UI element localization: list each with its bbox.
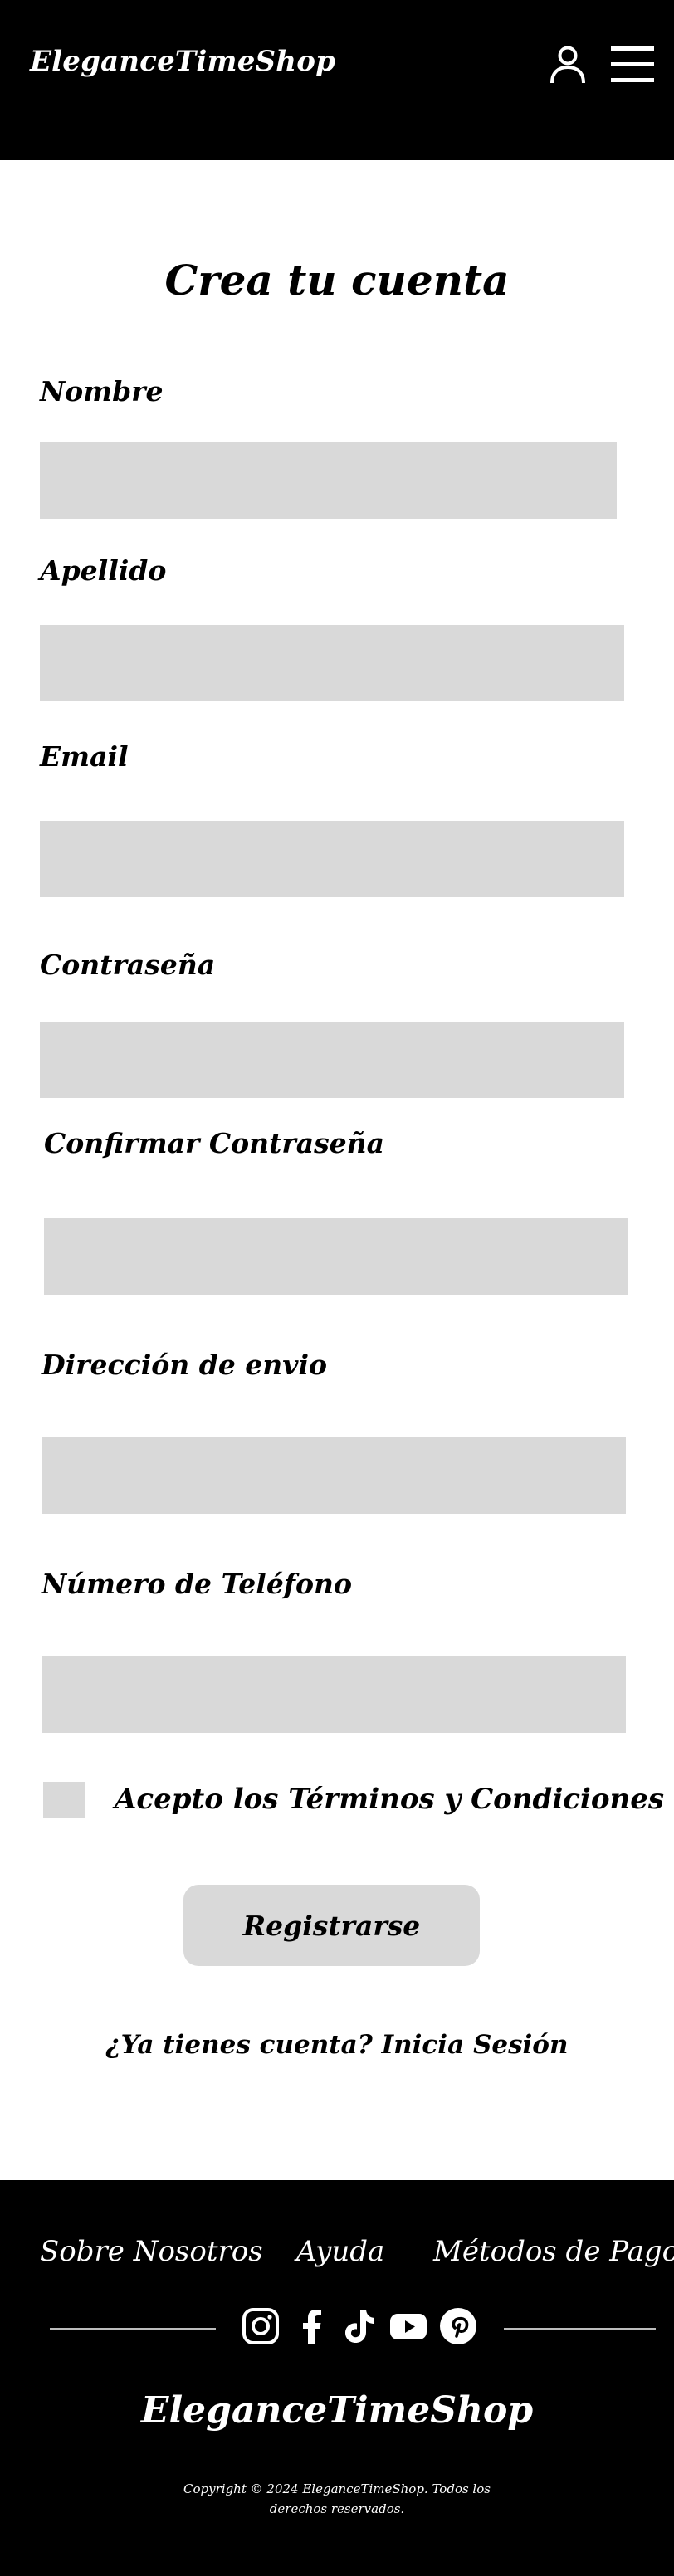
footer-link-help[interactable]: Ayuda bbox=[296, 2235, 384, 2268]
footer-link-payment-methods[interactable]: Métodos de Pago bbox=[433, 2235, 674, 2268]
instagram-icon[interactable] bbox=[241, 2306, 281, 2346]
footer-divider-right bbox=[504, 2328, 656, 2330]
pinterest-icon[interactable] bbox=[438, 2306, 478, 2346]
page-title: Crea tu cuenta bbox=[164, 256, 510, 305]
confirm-password-input[interactable] bbox=[44, 1218, 628, 1295]
password-label: Contraseña bbox=[40, 949, 216, 981]
email-input[interactable] bbox=[40, 821, 624, 897]
copyright-text: Copyright © 2024 EleganceTimeShop. Todos… bbox=[183, 2481, 491, 2516]
facebook-icon[interactable] bbox=[292, 2306, 332, 2346]
user-icon[interactable] bbox=[549, 45, 586, 85]
youtube-icon[interactable] bbox=[388, 2306, 428, 2346]
terms-checkbox[interactable] bbox=[43, 1782, 85, 1818]
footer-link-about[interactable]: Sobre Nosotros bbox=[40, 2235, 263, 2268]
address-label: Dirección de envio bbox=[42, 1349, 328, 1381]
terms-label: Acepto los Términos y Condiciones bbox=[115, 1783, 665, 1816]
password-input[interactable] bbox=[40, 1022, 624, 1098]
brand-logo-text[interactable]: EleganceTimeShop bbox=[30, 45, 335, 78]
site-header: EleganceTimeShop bbox=[0, 0, 674, 160]
apellido-input[interactable] bbox=[40, 625, 624, 701]
footer-divider-left bbox=[50, 2328, 216, 2330]
site-footer: Sobre Nosotros Ayuda Métodos de Pago Ele… bbox=[0, 2180, 674, 2576]
nombre-input[interactable] bbox=[40, 442, 617, 519]
tiktok-icon[interactable] bbox=[339, 2306, 379, 2346]
confirm-password-label: Confirmar Contraseña bbox=[44, 1127, 385, 1159]
nombre-label: Nombre bbox=[40, 375, 164, 407]
register-button[interactable]: Registrarse bbox=[183, 1885, 480, 1966]
phone-label: Número de Teléfono bbox=[42, 1568, 353, 1600]
phone-input[interactable] bbox=[42, 1656, 626, 1733]
hamburger-menu-icon[interactable] bbox=[611, 45, 654, 85]
login-link[interactable]: ¿Ya tienes cuenta? Inicia Sesión bbox=[0, 2030, 674, 2060]
address-input[interactable] bbox=[42, 1437, 626, 1514]
email-label: Email bbox=[40, 740, 129, 773]
footer-brand: EleganceTimeShop bbox=[140, 2389, 534, 2432]
apellido-label: Apellido bbox=[40, 554, 167, 587]
